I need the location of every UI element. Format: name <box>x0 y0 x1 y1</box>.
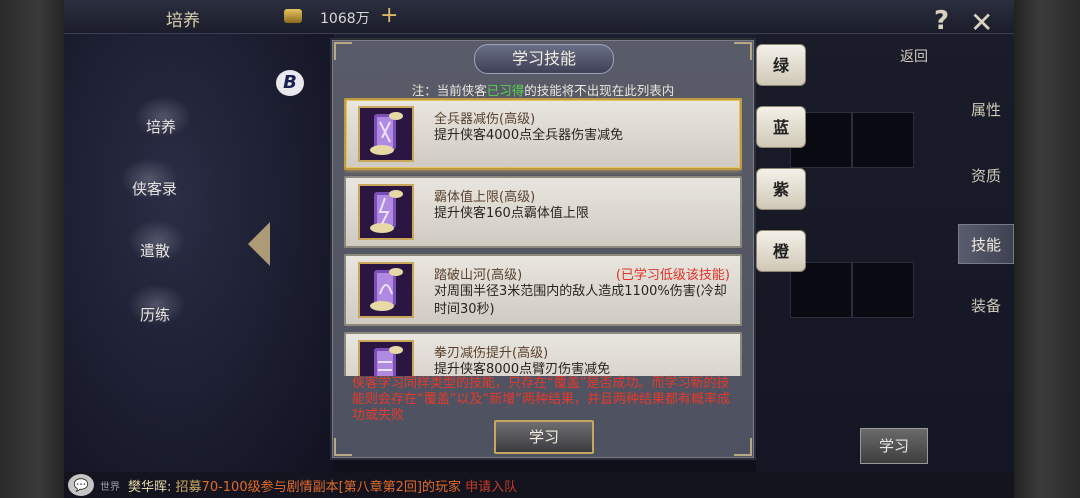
back-button[interactable]: 返回 <box>900 46 928 66</box>
skill-name: 全兵器减伤(高级) <box>434 112 536 127</box>
tab-aptitude[interactable]: 资质 <box>958 156 1014 196</box>
note-highlight: 已习得 <box>486 83 525 98</box>
skill-scroll-icon <box>358 106 414 162</box>
left-edge-scenery <box>0 0 64 498</box>
gold-ingot-icon <box>284 9 302 23</box>
nav-item-training[interactable]: 历练 <box>122 284 202 340</box>
chat-message: 樊华晖: 招募70-100级参与剧情副本[第八章第2回]的玩家 申请入队 <box>128 476 517 495</box>
learn-button[interactable]: 学习 <box>494 420 594 454</box>
filter-tab-purple[interactable]: 紫 <box>756 168 806 210</box>
skill-card[interactable]: 霸体值上限(高级) 提升侠客160点霸体值上限 <box>344 176 742 248</box>
chat-bubble-icon[interactable]: 💬 <box>68 474 94 496</box>
dialog-corner-ornament <box>734 438 752 456</box>
nav-label: 历练 <box>140 306 171 324</box>
dialog-corner-ornament <box>334 42 352 60</box>
gold-amount: 1068万 <box>320 11 370 27</box>
skill-scroll-icon <box>358 184 414 240</box>
dialog-title: 学习技能 <box>474 44 614 74</box>
chat-bar[interactable]: 💬 世界 樊华晖: 招募70-100级参与剧情副本[第八章第2回]的玩家 申请入… <box>64 472 1014 498</box>
skill-card-selected[interactable]: 全兵器减伤(高级) 提升侠客4000点全兵器伤害减免 <box>344 98 742 170</box>
tab-attributes[interactable]: 属性 <box>958 90 1014 130</box>
add-gold-button[interactable]: + <box>380 3 398 29</box>
tab-skills[interactable]: 技能 <box>958 224 1014 264</box>
skill-description: 提升侠客4000点全兵器伤害减免 <box>434 128 624 143</box>
rank-badge-icon: B <box>276 70 304 96</box>
filter-tab-green[interactable]: 绿 <box>756 44 806 86</box>
page-title: 培养 <box>166 11 200 31</box>
note-suffix: 的技能将不出现在此列表内 <box>524 83 675 98</box>
apply-join-link[interactable]: 申请入队 <box>465 480 517 495</box>
chat-message-highlight: 70-100级参与剧情副本[第八章第2回]的玩家 <box>201 480 462 495</box>
note-prefix: 注：当前侠客 <box>411 83 487 98</box>
nav-item-hero-records[interactable]: 侠客录 <box>114 158 194 214</box>
nav-label: 培养 <box>146 118 177 136</box>
skill-slot[interactable] <box>852 262 914 318</box>
skill-slot[interactable] <box>852 112 914 168</box>
filter-tab-blue[interactable]: 蓝 <box>756 106 806 148</box>
skill-scroll-icon <box>358 340 414 376</box>
chat-message-prefix: 招募 <box>175 480 202 495</box>
background-learn-button[interactable]: 学习 <box>860 428 928 464</box>
previous-hero-arrow-icon[interactable] <box>248 222 270 266</box>
top-bar <box>64 0 1014 34</box>
nav-item-cultivate[interactable]: 培养 <box>128 96 208 152</box>
skill-learned-note: (已学习低级该技能) <box>615 268 730 283</box>
chat-speaker[interactable]: 樊华晖: <box>128 480 171 495</box>
skill-name: 霸体值上限(高级) <box>434 190 536 205</box>
skill-list[interactable]: 全兵器减伤(高级) 提升侠客4000点全兵器伤害减免 霸体值上限(高级) 提升侠… <box>344 98 742 376</box>
dialog-corner-ornament <box>734 42 752 60</box>
chat-channel: 世界 <box>100 482 120 493</box>
help-button[interactable]: ? <box>934 6 949 36</box>
dialog-note: 注：当前侠客已习得的技能将不出现在此列表内 <box>332 80 754 99</box>
skill-scroll-icon <box>358 262 414 318</box>
skill-description: 提升侠客8000点臂刃伤害减免 <box>434 362 611 376</box>
learn-warning-text: 侠客学习同样类型的技能，只存在“覆盖”是否成功。而学习新的技能则会存在“覆盖”以… <box>352 376 730 423</box>
nav-item-dismiss[interactable]: 遣散 <box>122 220 202 276</box>
skill-description: 对周围半径3米范围内的敌人造成1100%伤害(冷却时间30秒) <box>434 284 727 317</box>
nav-label: 遣散 <box>140 242 171 260</box>
dialog-corner-ornament <box>334 438 352 456</box>
skill-description: 提升侠客160点霸体值上限 <box>434 206 589 221</box>
skill-card[interactable]: 踏破山河(高级) (已学习低级该技能) 对周围半径3米范围内的敌人造成1100%… <box>344 254 742 326</box>
nav-label: 侠客录 <box>132 180 178 198</box>
filter-tab-orange[interactable]: 橙 <box>756 230 806 272</box>
skill-name: 踏破山河(高级) <box>434 268 523 283</box>
skill-name: 拳刃减伤提升(高级) <box>434 346 549 361</box>
skill-card[interactable]: 拳刃减伤提升(高级) 提升侠客8000点臂刃伤害减免 <box>344 332 742 376</box>
tab-equipment[interactable]: 装备 <box>958 286 1014 326</box>
learn-skill-dialog: 学习技能 注：当前侠客已习得的技能将不出现在此列表内 全兵器减伤(高级) 提升侠… <box>330 38 756 460</box>
close-button[interactable]: ✕ <box>970 8 993 38</box>
right-edge-scenery <box>1014 0 1080 498</box>
